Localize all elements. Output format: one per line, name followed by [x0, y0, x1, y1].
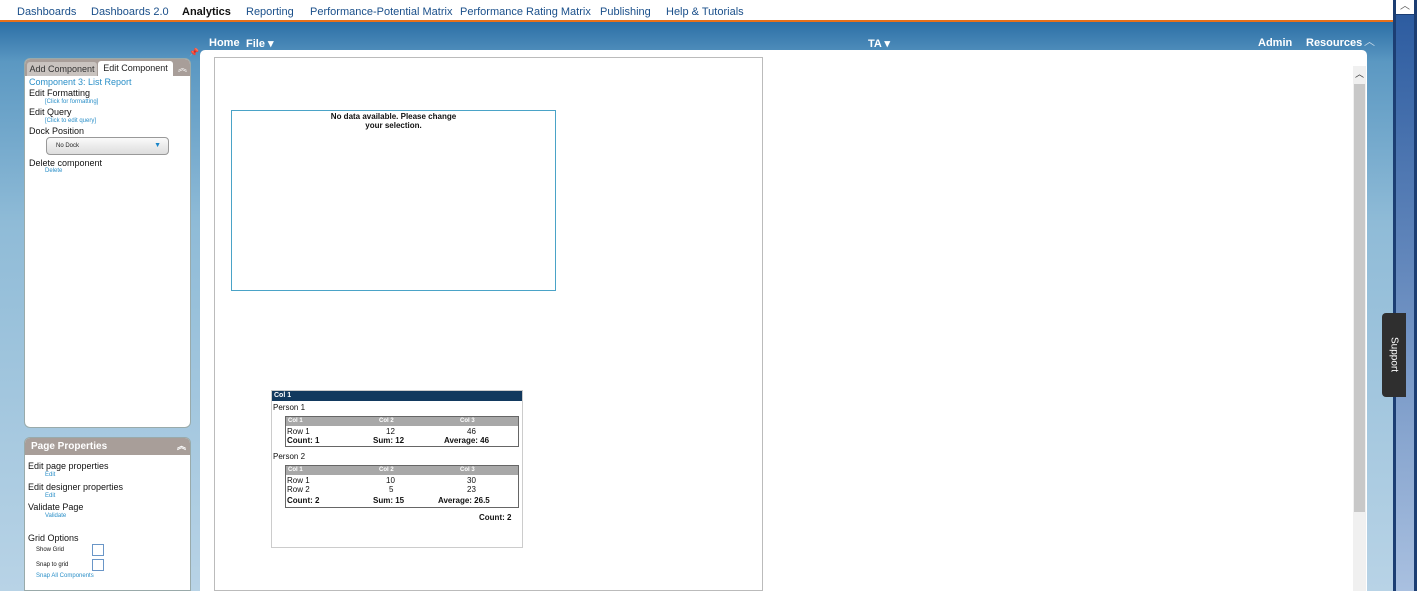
column-header: Col 3 — [460, 467, 475, 473]
nav-reporting[interactable]: Reporting — [246, 6, 294, 18]
scrollbar-thumb[interactable] — [1354, 84, 1365, 512]
snap-all-components-link[interactable]: Snap All Components — [36, 573, 94, 579]
pin-icon[interactable]: 📌 — [189, 48, 199, 57]
show-grid-label: Show Grid — [36, 547, 65, 553]
column-header: Col 3 — [460, 418, 475, 424]
scrollbar-track[interactable] — [1396, 15, 1414, 591]
edit-formatting-label: Edit Formatting — [29, 88, 91, 98]
scroll-up-icon[interactable]: ︿ — [1396, 0, 1414, 14]
grand-total-count: Count: 2 — [479, 513, 512, 522]
summary-count: Count: 2 — [287, 496, 320, 505]
edit-designer-properties-link[interactable]: Edit — [45, 493, 55, 499]
window-scrollbar[interactable]: ︿ — [1393, 0, 1417, 591]
nav-analytics[interactable]: Analytics — [182, 6, 231, 18]
snap-to-grid-checkbox[interactable] — [92, 559, 104, 571]
edit-page-properties-link[interactable]: Edit — [45, 472, 55, 478]
group-person-label: Person 1 — [273, 403, 306, 412]
edit-page-properties-label: Edit page properties — [28, 461, 109, 471]
ta-menu[interactable]: TA ▾ — [868, 37, 890, 50]
nav-publishing[interactable]: Publishing — [600, 6, 651, 18]
show-grid-checkbox[interactable] — [92, 544, 104, 556]
collapse-icon[interactable]: ︽ — [176, 62, 189, 74]
no-data-message: No data available. Please change your se… — [232, 111, 555, 130]
group-table: Col 1 Col 2 Col 3 Row 1 12 46 Count: 1 S… — [285, 416, 519, 447]
scroll-up-icon[interactable]: ︿ — [1353, 68, 1366, 80]
table-header: Col 1 Col 2 Col 3 — [286, 466, 518, 475]
validate-page-link[interactable]: Validate — [45, 513, 66, 519]
nav-dashboards-2[interactable]: Dashboards 2.0 — [91, 6, 169, 18]
support-label: Support — [1388, 336, 1400, 373]
admin-link[interactable]: Admin — [1258, 37, 1292, 49]
list-report-header: Col 1 — [272, 391, 522, 401]
dock-position-value: No Dock — [56, 143, 80, 149]
group-person-label: Person 2 — [273, 452, 306, 461]
no-data-message-line1: No data available. Please change — [330, 112, 457, 121]
tab-edit-component[interactable]: Edit Component — [98, 61, 173, 76]
delete-component-link[interactable]: Delete — [45, 168, 62, 174]
no-data-component[interactable]: No data available. Please change your se… — [231, 110, 556, 291]
top-nav: Dashboards Dashboards 2.0 Analytics Repo… — [0, 0, 1393, 22]
grid-options-label: Grid Options — [28, 533, 79, 543]
nav-performance-potential-matrix[interactable]: Performance-Potential Matrix — [310, 6, 452, 18]
edit-designer-properties-label: Edit designer properties — [28, 482, 124, 492]
component-title: Component 3: List Report — [29, 77, 132, 87]
table-cell: Row 1 — [287, 476, 310, 485]
table-cell: 30 — [467, 476, 476, 485]
group-table: Col 1 Col 2 Col 3 Row 1 10 30 Row 2 5 23… — [285, 465, 519, 508]
edit-formatting-link[interactable]: [Click for formatting] — [45, 99, 98, 105]
snap-to-grid-label: Snap to grid — [36, 562, 69, 568]
list-report-component[interactable]: Col 1 Person 1 Col 1 Col 2 Col 3 Row 1 1… — [271, 390, 523, 548]
component-panel: Add Component Edit Component ︽ Component… — [24, 58, 191, 428]
page-properties-header: Page Properties ︽ — [25, 438, 190, 455]
table-header: Col 1 Col 2 Col 3 — [286, 417, 518, 426]
collapse-icon[interactable]: ︽ — [177, 438, 186, 455]
edit-query-link[interactable]: [Click to edit query] — [45, 118, 96, 124]
summary-average: Average: 26.5 — [438, 496, 490, 505]
summary-average: Average: 46 — [444, 436, 490, 445]
home-menu[interactable]: Home — [209, 37, 240, 49]
table-cell: Row 1 — [287, 427, 310, 436]
nav-performance-rating-matrix[interactable]: Performance Rating Matrix — [460, 6, 591, 18]
page-properties-panel: Page Properties ︽ Edit page properties E… — [24, 437, 191, 591]
summary-count: Count: 1 — [287, 436, 320, 445]
validate-page-label: Validate Page — [28, 502, 84, 512]
component-tabbar: Add Component Edit Component ︽ — [25, 59, 190, 76]
table-cell: 10 — [386, 476, 395, 485]
no-data-message-line2: your selection. — [365, 121, 422, 130]
column-header: Col 2 — [379, 418, 394, 424]
chevron-up-icon[interactable]: ︿ — [1364, 33, 1375, 49]
column-header: Col 2 — [379, 467, 394, 473]
column-header: Col 1 — [288, 418, 303, 424]
canvas-scrollbar[interactable]: ︿ — [1353, 66, 1366, 591]
column-header: Col 1 — [288, 467, 303, 473]
page-properties-title: Page Properties — [31, 441, 108, 452]
tab-add-component[interactable]: Add Component — [27, 62, 97, 76]
dock-position-select[interactable]: No Dock ▼ — [46, 137, 169, 155]
table-cell: Row 2 — [287, 485, 310, 494]
support-tab[interactable]: Support — [1382, 313, 1406, 397]
file-menu[interactable]: File ▾ — [246, 37, 274, 50]
delete-component-label: Delete component — [29, 158, 103, 168]
table-cell: 23 — [467, 485, 476, 494]
edit-query-label: Edit Query — [29, 107, 72, 117]
table-cell: 5 — [389, 485, 394, 494]
summary-sum: Sum: 15 — [373, 496, 405, 505]
table-cell: 46 — [467, 427, 476, 436]
resources-link[interactable]: Resources — [1306, 37, 1362, 49]
dropdown-arrow-icon: ▼ — [154, 142, 161, 149]
nav-dashboards[interactable]: Dashboards — [17, 6, 76, 18]
nav-help-tutorials[interactable]: Help & Tutorials — [666, 6, 744, 18]
dock-position-label: Dock Position — [29, 126, 85, 136]
table-cell: 12 — [386, 427, 395, 436]
summary-sum: Sum: 12 — [373, 436, 405, 445]
